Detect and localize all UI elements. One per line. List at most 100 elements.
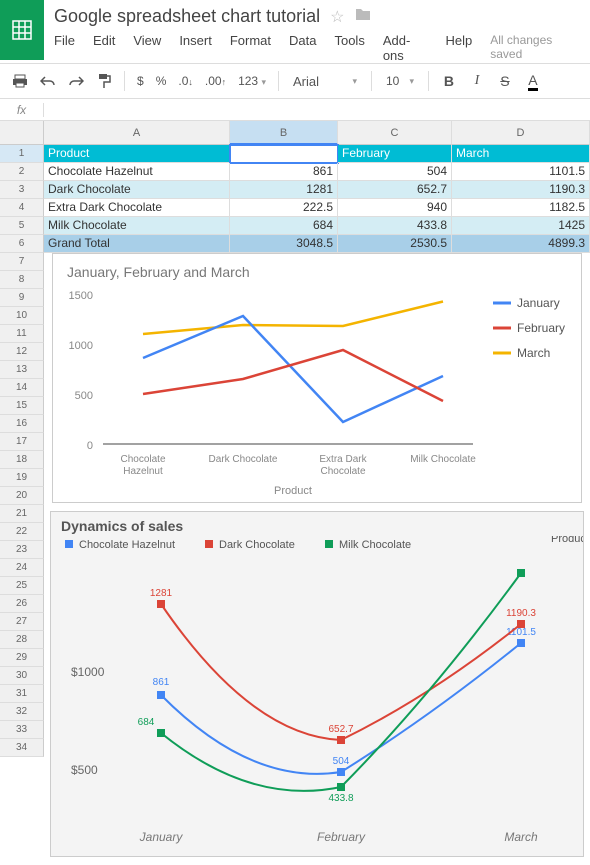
chart-line-monthly[interactable]: January, February and March 1500 1000 50… xyxy=(52,253,582,503)
row-header[interactable]: 5 xyxy=(0,217,44,235)
cell[interactable]: 861 xyxy=(230,163,338,181)
row-header[interactable]: 31 xyxy=(0,685,44,703)
redo-icon[interactable] xyxy=(64,69,88,93)
cell[interactable]: Product xyxy=(44,145,230,163)
paint-format-icon[interactable] xyxy=(92,69,116,93)
row-header[interactable]: 4 xyxy=(0,199,44,217)
cell[interactable]: Extra Dark Chocolate xyxy=(44,199,230,217)
cell[interactable]: 940 xyxy=(338,199,452,217)
menu-addons[interactable]: Add-ons xyxy=(383,33,428,63)
row-header[interactable]: 15 xyxy=(0,397,44,415)
decrease-decimal-button[interactable]: .0↓ xyxy=(174,74,197,88)
row-header[interactable]: 8 xyxy=(0,271,44,289)
document-title[interactable]: Google spreadsheet chart tutorial xyxy=(54,6,320,27)
cell[interactable]: 3048.5 xyxy=(230,235,338,253)
row-header[interactable]: 27 xyxy=(0,613,44,631)
svg-text:684: 684 xyxy=(138,717,155,728)
menu-help[interactable]: Help xyxy=(445,33,472,63)
cell[interactable]: 1281 xyxy=(230,181,338,199)
row-header[interactable]: 30 xyxy=(0,667,44,685)
spreadsheet-grid[interactable]: 1 2 3 4 5 6 7 8 9 10 11 12 13 14 15 16 1… xyxy=(0,121,590,865)
menubar: File Edit View Insert Format Data Tools … xyxy=(54,33,580,63)
row-header[interactable]: 14 xyxy=(0,379,44,397)
cell[interactable]: 2530.5 xyxy=(338,235,452,253)
cell[interactable]: Chocolate Hazelnut xyxy=(44,163,230,181)
cell[interactable]: 1101.5 xyxy=(452,163,590,181)
menu-file[interactable]: File xyxy=(54,33,75,63)
row-header[interactable]: 21 xyxy=(0,505,44,523)
svg-text:1500: 1500 xyxy=(69,290,93,302)
cell[interactable]: 433.8 xyxy=(338,217,452,235)
menu-format[interactable]: Format xyxy=(230,33,271,63)
row-header[interactable]: 2 xyxy=(0,163,44,181)
col-header[interactable]: B xyxy=(230,121,338,145)
row-header[interactable]: 6 xyxy=(0,235,44,253)
svg-text:1281: 1281 xyxy=(150,588,173,599)
folder-icon[interactable] xyxy=(355,7,371,26)
cell[interactable]: Milk Chocolate xyxy=(44,217,230,235)
select-all-corner[interactable] xyxy=(0,121,44,145)
print-icon[interactable] xyxy=(8,69,32,93)
undo-icon[interactable] xyxy=(36,69,60,93)
menu-insert[interactable]: Insert xyxy=(179,33,212,63)
cell[interactable]: 1190.3 xyxy=(452,181,590,199)
cell[interactable]: February xyxy=(338,145,452,163)
row-header[interactable]: 18 xyxy=(0,451,44,469)
star-icon[interactable]: ☆ xyxy=(330,7,344,27)
row-header[interactable]: 17 xyxy=(0,433,44,451)
cell[interactable]: 4899.3 xyxy=(452,235,590,253)
row-header[interactable]: 12 xyxy=(0,343,44,361)
italic-button[interactable]: I xyxy=(465,69,489,93)
menu-data[interactable]: Data xyxy=(289,33,316,63)
row-header[interactable]: 22 xyxy=(0,523,44,541)
cell[interactable]: 222.5 xyxy=(230,199,338,217)
row-header[interactable]: 29 xyxy=(0,649,44,667)
row-header[interactable]: 9 xyxy=(0,289,44,307)
text-color-button[interactable]: A xyxy=(521,69,545,93)
row-header[interactable]: 34 xyxy=(0,739,44,757)
chart-dynamics-of-sales[interactable]: Dynamics of sales Product Chocolate Haze… xyxy=(50,511,584,857)
cell[interactable]: 1182.5 xyxy=(452,199,590,217)
svg-text:Dark Chocolate: Dark Chocolate xyxy=(219,539,295,551)
number-format-button[interactable]: 123 ▾ xyxy=(234,74,270,88)
sheets-logo[interactable] xyxy=(0,0,44,60)
row-header[interactable]: 23 xyxy=(0,541,44,559)
row-header[interactable]: 28 xyxy=(0,631,44,649)
row-header[interactable]: 13 xyxy=(0,361,44,379)
cell[interactable]: 1425 xyxy=(452,217,590,235)
row-header[interactable]: 16 xyxy=(0,415,44,433)
row-header[interactable]: 26 xyxy=(0,595,44,613)
cell[interactable]: 684 xyxy=(230,217,338,235)
row-header[interactable]: 3 xyxy=(0,181,44,199)
menu-tools[interactable]: Tools xyxy=(334,33,364,63)
row-header[interactable]: 20 xyxy=(0,487,44,505)
percent-button[interactable]: % xyxy=(152,74,171,88)
row-header[interactable]: 7 xyxy=(0,253,44,271)
menu-edit[interactable]: Edit xyxy=(93,33,115,63)
cell[interactable]: March xyxy=(452,145,590,163)
cell[interactable]: 504 xyxy=(338,163,452,181)
row-header[interactable]: 19 xyxy=(0,469,44,487)
strike-button[interactable]: S xyxy=(493,69,517,93)
svg-text:504: 504 xyxy=(333,756,350,767)
cell[interactable]: Dark Chocolate xyxy=(44,181,230,199)
row-header[interactable]: 32 xyxy=(0,703,44,721)
currency-button[interactable]: $ xyxy=(133,74,148,88)
row-header[interactable]: 1 xyxy=(0,145,44,163)
bold-button[interactable]: B xyxy=(437,69,461,93)
col-header[interactable]: C xyxy=(338,121,452,145)
row-header[interactable]: 33 xyxy=(0,721,44,739)
font-size-select[interactable]: 10▾ xyxy=(380,74,420,88)
row-header[interactable]: 25 xyxy=(0,577,44,595)
col-header[interactable]: A xyxy=(44,121,230,145)
menu-view[interactable]: View xyxy=(133,33,161,63)
row-header[interactable]: 11 xyxy=(0,325,44,343)
cell-active[interactable]: January xyxy=(230,145,338,163)
col-header[interactable]: D xyxy=(452,121,590,145)
row-header[interactable]: 10 xyxy=(0,307,44,325)
font-select[interactable]: Arial▾ xyxy=(287,74,363,89)
row-header[interactable]: 24 xyxy=(0,559,44,577)
increase-decimal-button[interactable]: .00↑ xyxy=(201,74,230,88)
cell[interactable]: Grand Total xyxy=(44,235,230,253)
cell[interactable]: 652.7 xyxy=(338,181,452,199)
